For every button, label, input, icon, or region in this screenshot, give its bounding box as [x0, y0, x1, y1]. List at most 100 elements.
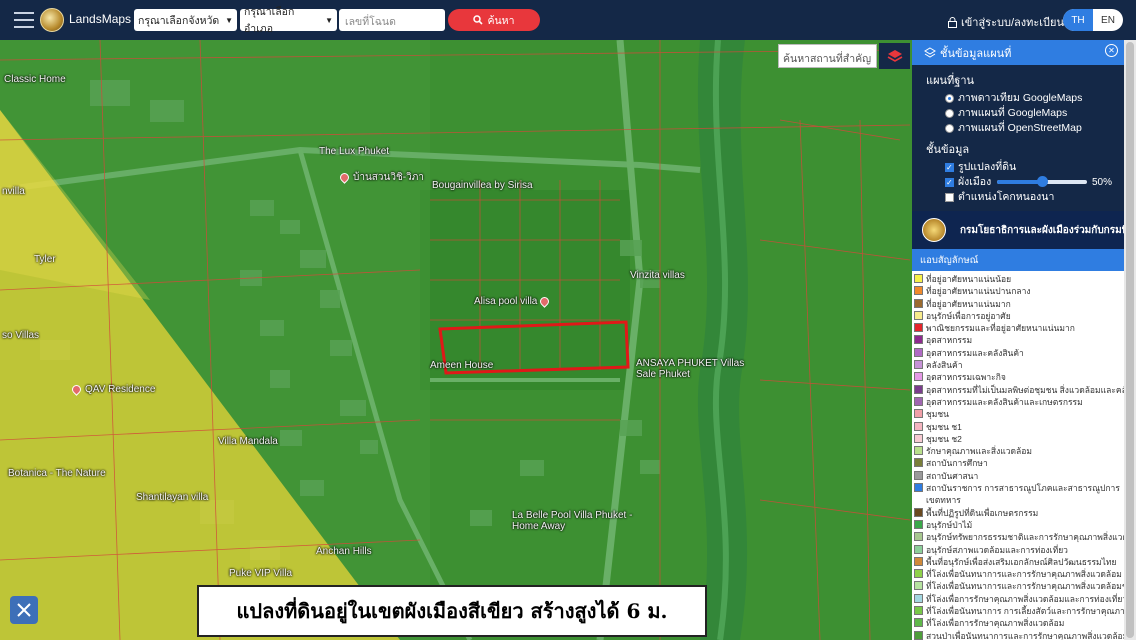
- legend-swatch: [914, 323, 923, 333]
- map-caption: แปลงที่ดินอยู่ในเขตผังเมืองสีเขียว สร้าง…: [197, 585, 707, 637]
- poi-label[interactable]: QAV Residence: [70, 382, 155, 396]
- legend-item: ที่โล่งเพื่อนันทนาการ การเลี้ยงสัตว์และก…: [912, 605, 1124, 617]
- brand-name: LandsMaps: [69, 12, 132, 26]
- poi-label[interactable]: nvilla: [2, 186, 25, 197]
- radio[interactable]: [945, 109, 954, 118]
- legend-item: ชุมชน ช1: [912, 421, 1124, 433]
- basemap-option[interactable]: ภาพดาวเทียม GoogleMaps: [912, 91, 1124, 106]
- lang-th-button[interactable]: TH: [1063, 9, 1093, 31]
- basemap-option[interactable]: ภาพแผนที่ GoogleMaps: [912, 106, 1124, 121]
- measure-tool-button[interactable]: [10, 596, 38, 624]
- poi-label[interactable]: Alisa pool villa: [474, 294, 553, 308]
- poi-label[interactable]: Tyler: [34, 254, 56, 265]
- legend-item: ที่โล่งเพื่อนันทนาการและการรักษาคุณภาพสิ…: [912, 580, 1124, 592]
- checkbox[interactable]: [945, 193, 954, 202]
- login-link[interactable]: เข้าสู่ระบบ/ลงทะเบียน: [948, 13, 1064, 31]
- legend-swatch: [914, 335, 923, 345]
- poi-label[interactable]: Ameen House: [430, 360, 493, 371]
- legend-label: ที่โล่งเพื่อนันทนาการและการรักษาคุณภาพสิ…: [926, 581, 1124, 592]
- search-icon: [473, 15, 484, 25]
- legend-swatch: [914, 593, 923, 603]
- poi-label[interactable]: The Lux Phuket: [319, 146, 389, 157]
- legend-swatch: [914, 384, 923, 394]
- radio-selected[interactable]: [945, 94, 954, 103]
- opacity-slider-knob[interactable]: [1037, 176, 1048, 187]
- legend-swatch: [914, 298, 923, 308]
- legend-swatch: [914, 360, 923, 370]
- poi-label[interactable]: Puke VIP Villa: [229, 568, 292, 579]
- poi-label[interactable]: Classic Home: [4, 74, 66, 85]
- poi-label[interactable]: so Villas: [2, 330, 39, 341]
- legend-label: ที่อยู่อาศัยหนาแน่นปานกลาง: [926, 286, 1031, 297]
- legend-item: ที่โล่งเพื่อการรักษาคุณภาพสิ่งแวดล้อม: [912, 617, 1124, 629]
- amphoe-select-value: กรุณาเลือกอำเภอ: [244, 6, 295, 35]
- poi-label[interactable]: Shantilayan villa: [136, 492, 208, 503]
- legend-item: ที่อยู่อาศัยหนาแน่นมาก: [912, 298, 1124, 310]
- poi-label[interactable]: Bougainvillea by Sirisa: [432, 180, 533, 191]
- legend-swatch: [914, 470, 923, 480]
- layers-toggle-button[interactable]: [879, 43, 910, 69]
- poi-label[interactable]: Botanica - The Nature: [8, 468, 106, 479]
- layer-option[interactable]: ผังเมือง 50%: [912, 175, 1124, 190]
- lang-en-button[interactable]: EN: [1093, 9, 1123, 31]
- poi-label[interactable]: บ้านสวนวิชิ-วิภา: [338, 170, 424, 185]
- legend-label: อนุรักษ์ทรัพยากรธรรมชาติและการรักษาคุณภา…: [926, 532, 1124, 543]
- legend-label: พื้นที่อนุรักษ์เพื่อส่งเสริมเอกลักษณ์ศิล…: [926, 556, 1117, 567]
- deed-number-input[interactable]: เลขที่โฉนด: [339, 9, 445, 31]
- legend-item: อุตสาหกรรมและคลังสินค้าและเกษตรกรรม: [912, 396, 1124, 408]
- legend-label: สถาบันศาสนา: [926, 470, 979, 481]
- scrollbar-thumb[interactable]: [1126, 42, 1134, 638]
- legend-label: พาณิชยกรรมและที่อยู่อาศัยหนาแน่นมาก: [926, 323, 1075, 334]
- checkbox-checked[interactable]: [945, 161, 954, 174]
- opacity-slider-fill: [997, 180, 1042, 184]
- legend-label: ที่อยู่อาศัยหนาแน่นมาก: [926, 298, 1011, 309]
- layer-option[interactable]: ตำแหน่งโคกหนองนา: [912, 190, 1124, 205]
- poi-label[interactable]: Villa Mandala: [218, 436, 278, 447]
- satellite-map-background: [0, 40, 912, 640]
- legend-swatch: [914, 556, 923, 566]
- legend-item: พาณิชยกรรมและที่อยู่อาศัยหนาแน่นมาก: [912, 322, 1124, 334]
- landsmaps-app: LandsMaps กรุณาเลือกจังหวัด ▼ กรุณาเลือก…: [0, 0, 1136, 640]
- close-icon[interactable]: ✕: [1105, 44, 1118, 57]
- panel-header: ชั้นข้อมูลแผนที่ ✕: [912, 40, 1124, 65]
- menu-icon[interactable]: [14, 12, 34, 28]
- legend-item: ที่อยู่อาศัยหนาแน่นน้อย: [912, 273, 1124, 285]
- department-banner: กรมโยธาธิการและผังเมืองร่วมกับกรมที่ดิน: [912, 211, 1124, 249]
- checkbox-checked[interactable]: [945, 176, 954, 189]
- legend-label: ชุมชน ช1: [926, 421, 962, 432]
- basemap-option[interactable]: ภาพแผนที่ OpenStreetMap: [912, 121, 1124, 136]
- map-canvas[interactable]: Classic Home The Lux Phuket บ้านสวนวิชิ-…: [0, 40, 912, 640]
- province-select[interactable]: กรุณาเลือกจังหวัด ▼: [134, 9, 237, 31]
- poi-label[interactable]: ANSAYA PHUKET Villas Sale Phuket: [636, 358, 756, 380]
- panel-scrollbar[interactable]: [1124, 40, 1136, 640]
- legend-item: สวนป่าเพื่อนันทนาการและการรักษาคุณภาพสิ่…: [912, 630, 1124, 640]
- legend-label: อนุรักษ์สภาพแวดล้อมและการท่องเที่ยว: [926, 544, 1068, 555]
- legend-label: ชุมชน ช2: [926, 433, 962, 444]
- legend-item: ชุมชน: [912, 408, 1124, 420]
- opacity-slider[interactable]: [997, 176, 1087, 187]
- basemap-label: ภาพดาวเทียม GoogleMaps: [958, 92, 1083, 104]
- legend-item: ที่อยู่อาศัยหนาแน่นปานกลาง: [912, 285, 1124, 297]
- language-toggle: TH EN: [1063, 9, 1123, 31]
- poi-label[interactable]: Anchan Hills: [316, 546, 372, 557]
- poi-label[interactable]: La Belle Pool Villa Phuket - Home Away: [512, 510, 652, 532]
- layer-option[interactable]: รูปแปลงที่ดิน: [912, 160, 1124, 175]
- legend-item: รักษาคุณภาพและสิ่งแวดล้อม: [912, 445, 1124, 457]
- legend-label: อนุรักษ์ป่าไม้: [926, 519, 973, 530]
- legend-item: อุตสาหกรรม: [912, 334, 1124, 346]
- search-button[interactable]: ค้นหา: [448, 9, 540, 31]
- amphoe-select[interactable]: กรุณาเลือกอำเภอ ▼: [240, 6, 337, 35]
- legend-item: พื้นที่ปฏิรูปที่ดินเพื่อเกษตรกรรม: [912, 507, 1124, 519]
- legend-item: พื้นที่อนุรักษ์เพื่อส่งเสริมเอกลักษณ์ศิล…: [912, 556, 1124, 568]
- legend-label: ที่อยู่อาศัยหนาแน่นน้อย: [926, 274, 1012, 284]
- place-search-input[interactable]: ค้นหาสถานที่สำคัญ: [778, 44, 877, 68]
- legend-label: ที่โล่งเพื่อการรักษาคุณภาพสิ่งแวดล้อม: [926, 618, 1065, 629]
- radio[interactable]: [945, 124, 954, 133]
- legend-item: อนุรักษ์ทรัพยากรธรรมชาติและการรักษาคุณภา…: [912, 531, 1124, 543]
- legend-label: อุตสาหกรรมเฉพาะกิจ: [926, 372, 1006, 383]
- layers-icon: [924, 46, 936, 58]
- poi-label[interactable]: Vinzita villas: [630, 270, 685, 281]
- legend-header: แอบสัญลักษณ์: [912, 249, 1124, 271]
- legend-item: สถาบันศาสนา: [912, 470, 1124, 482]
- poi-text: Alisa pool villa: [474, 296, 538, 307]
